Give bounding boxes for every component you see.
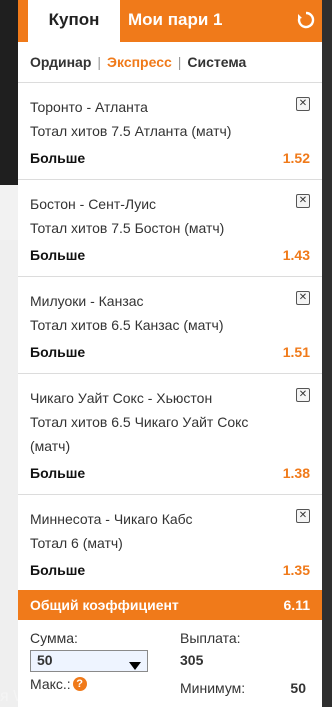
separator: | bbox=[177, 54, 182, 70]
bet-market: Тотал 6 (матч) bbox=[30, 535, 123, 551]
page-background-dark bbox=[0, 0, 20, 185]
bet-type-tabs: Ординар | Экспресс | Система bbox=[18, 42, 322, 83]
stake-select[interactable]: 50 bbox=[30, 650, 148, 672]
page-background-right bbox=[322, 0, 332, 707]
bet-market: Тотал хитов 7.5 Атланта (матч) bbox=[30, 123, 232, 139]
stake-value: 50 bbox=[37, 652, 53, 668]
remove-bet-icon[interactable]: ✕ bbox=[296, 388, 310, 402]
remove-bet-icon[interactable]: ✕ bbox=[296, 97, 310, 111]
payout-value: 305 bbox=[180, 652, 204, 668]
separator: | bbox=[97, 54, 102, 70]
tab-single[interactable]: Ординар bbox=[30, 54, 91, 70]
stake-label: Сумма: bbox=[30, 630, 78, 646]
bet-market: Тотал хитов 7.5 Бостон (матч) bbox=[30, 220, 225, 236]
bet-item: Миннесота - Чикаго Кабс Тотал 6 (матч) Б… bbox=[18, 495, 322, 591]
tab-my-bets[interactable]: Мои пари 1 bbox=[128, 0, 222, 42]
bet-odd: 1.38 bbox=[282, 465, 310, 481]
total-odds-label: Общий коэффициент bbox=[30, 597, 179, 613]
bet-odd: 1.52 bbox=[282, 150, 310, 166]
tab-express[interactable]: Экспресс bbox=[107, 54, 172, 70]
payout-label: Выплата: bbox=[180, 630, 241, 646]
bet-pick: Больше bbox=[30, 247, 86, 263]
bet-pick: Больше bbox=[30, 465, 86, 481]
windows-activation-watermark: я Windows bbox=[0, 688, 79, 705]
dropdown-arrow-icon bbox=[129, 657, 141, 673]
bet-odd: 1.51 bbox=[282, 344, 310, 360]
bet-odd: 1.35 bbox=[282, 562, 310, 578]
bet-item: Бостон - Сент-Луис Тотал хитов 7.5 Босто… bbox=[18, 180, 322, 277]
minimum-value: 50 bbox=[290, 680, 306, 696]
bet-market: Тотал хитов 6.5 Канзас (матч) bbox=[30, 317, 224, 333]
remove-bet-icon[interactable]: ✕ bbox=[296, 509, 310, 523]
remove-bet-icon[interactable]: ✕ bbox=[296, 194, 310, 208]
total-odds-bar: Общий коэффициент 6.11 bbox=[18, 590, 322, 620]
bet-market: Тотал хитов 6.5 Чикаго Уайт Сокс (матч) bbox=[30, 414, 249, 454]
tab-coupon[interactable]: Купон bbox=[28, 0, 120, 42]
bet-match: Бостон - Сент-Луис bbox=[30, 196, 157, 212]
bet-item: Торонто - Атланта Тотал хитов 7.5 Атлант… bbox=[18, 83, 322, 180]
bet-match: Миннесота - Чикаго Кабс bbox=[30, 511, 193, 527]
minimum-label: Минимум: bbox=[180, 680, 246, 696]
bet-item: Чикаго Уайт Сокс - Хьюстон Тотал хитов 6… bbox=[18, 374, 322, 495]
bet-match: Милуоки - Канзас bbox=[30, 293, 144, 309]
total-odds-value: 6.11 bbox=[283, 597, 310, 613]
bet-odd: 1.43 bbox=[282, 247, 310, 263]
bet-match: Торонто - Атланта bbox=[30, 99, 148, 115]
tab-system[interactable]: Система bbox=[187, 54, 246, 70]
remove-bet-icon[interactable]: ✕ bbox=[296, 291, 310, 305]
coupon-tabs: Купон Мои пари 1 bbox=[18, 0, 322, 42]
bet-coupon: Купон Мои пари 1 Ординар | Экспресс | Си… bbox=[18, 0, 322, 707]
refresh-icon[interactable] bbox=[294, 8, 318, 32]
bet-pick: Больше bbox=[30, 344, 86, 360]
bet-match: Чикаго Уайт Сокс - Хьюстон bbox=[30, 390, 213, 406]
bet-pick: Больше bbox=[30, 150, 86, 166]
bet-pick: Больше bbox=[30, 562, 86, 578]
coupon-panel: Ординар | Экспресс | Система Торонто - А… bbox=[18, 42, 322, 590]
page-background-light-lower bbox=[0, 240, 20, 707]
page-background-light bbox=[0, 185, 20, 240]
bet-item: Милуоки - Канзас Тотал хитов 6.5 Канзас … bbox=[18, 277, 322, 374]
